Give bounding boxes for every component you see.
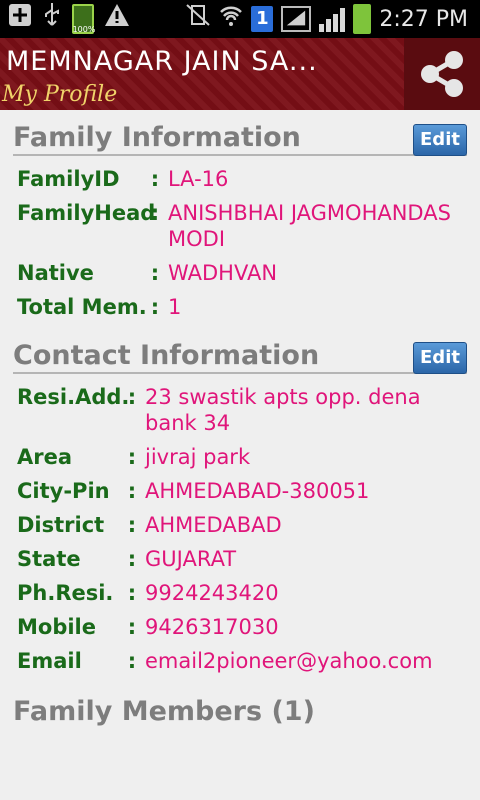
page-subtitle: My Profile: [2, 82, 118, 107]
clock: 2:27 PM: [379, 6, 468, 32]
row-value: AHMEDABAD-380051: [145, 479, 370, 503]
signal-strength-icon-1: [281, 6, 312, 32]
info-row: Area: jivraj park: [17, 444, 467, 470]
contact-information-section: Contact Information Edit Resi.Add.:23 sw…: [13, 328, 467, 674]
family-information-section: Family Information Edit FamilyID: LA-16 F…: [13, 110, 467, 320]
info-row: Total Mem.:1: [17, 294, 467, 320]
row-label: District: [17, 513, 105, 537]
family-information-title: Family Information: [13, 122, 301, 153]
section-header: Family Members (1): [13, 684, 467, 728]
app-title: MEMNAGAR JAIN SA...: [6, 46, 318, 77]
section-header: Contact Information Edit: [13, 328, 467, 374]
row-label: FamilyHead: [17, 201, 156, 225]
info-row: FamilyID: LA-16: [17, 166, 467, 192]
row-label: City-Pin: [17, 479, 110, 503]
row-label: Ph.Resi.: [17, 581, 114, 605]
row-value: WADHVAN: [168, 261, 278, 285]
row-value: GUJARAT: [145, 547, 237, 571]
info-row: Native: WADHVAN: [17, 260, 467, 286]
warning-icon: [104, 3, 130, 36]
edit-family-button[interactable]: Edit: [413, 124, 467, 156]
info-row: Ph.Resi.:9924243420: [17, 580, 467, 606]
row-label: Resi.Add.: [17, 385, 130, 409]
share-icon: [421, 51, 463, 97]
row-value: 1: [168, 295, 182, 319]
info-row: Resi.Add.:23 swastik apts opp. dena bank…: [17, 384, 467, 436]
info-row: State: GUJARAT: [17, 546, 467, 572]
row-value[interactable]: 9924243420: [139, 580, 467, 606]
row-label: Area: [17, 445, 73, 469]
row-label: Mobile: [17, 615, 96, 639]
row-value: ANISHBHAI JAGMOHANDAS MODI: [168, 201, 451, 251]
section-header: Family Information Edit: [13, 110, 467, 156]
battery-percent-label: 100%: [72, 25, 96, 34]
row-label: FamilyID: [17, 167, 120, 191]
contact-information-title: Contact Information: [13, 340, 320, 371]
sim-badge: 1: [251, 6, 274, 32]
add-notification-icon: [8, 3, 32, 36]
row-value[interactable]: 9426317030: [139, 614, 467, 640]
action-bar: MEMNAGAR JAIN SA... My Profile: [0, 38, 480, 110]
contact-info-rows: Resi.Add.:23 swastik apts opp. dena bank…: [13, 374, 467, 674]
signal-strength-icon-2: [319, 6, 346, 32]
row-label: Email: [17, 649, 82, 673]
row-value: AHMEDABAD: [145, 513, 282, 537]
row-label: Native: [17, 261, 94, 285]
info-row: City-Pin: AHMEDABAD-380051: [17, 478, 467, 504]
info-row: District: AHMEDABAD: [17, 512, 467, 538]
family-members-section: Family Members (1): [13, 684, 467, 728]
row-label: Total Mem.: [17, 295, 147, 319]
vibrate-mute-icon: [185, 3, 211, 36]
row-value[interactable]: email2pioneer@yahoo.com: [139, 648, 467, 674]
info-row: FamilyHead: ANISHBHAI JAGMOHANDAS MODI: [17, 200, 467, 252]
row-label: State: [17, 547, 81, 571]
battery-icon: [353, 4, 372, 34]
info-row: Email: email2pioneer@yahoo.com: [17, 648, 467, 674]
usb-icon: [42, 2, 62, 37]
row-value: 23 swastik apts opp. dena bank 34: [145, 385, 421, 435]
row-value: jivraj park: [145, 445, 251, 469]
share-button[interactable]: [404, 38, 480, 110]
battery-full-icon: 100%: [72, 4, 95, 34]
edit-contact-button[interactable]: Edit: [413, 342, 467, 374]
profile-content[interactable]: Family Information Edit FamilyID: LA-16 F…: [0, 110, 480, 800]
status-bar: 100% 1 2:27 PM: [0, 0, 480, 38]
row-value: LA-16: [168, 167, 229, 191]
wifi-icon: [219, 3, 243, 36]
family-info-rows: FamilyID: LA-16 FamilyHead: ANISHBHAI JAGM…: [13, 156, 467, 320]
info-row: Mobile:9426317030: [17, 614, 467, 640]
family-members-title: Family Members (1): [13, 696, 315, 727]
